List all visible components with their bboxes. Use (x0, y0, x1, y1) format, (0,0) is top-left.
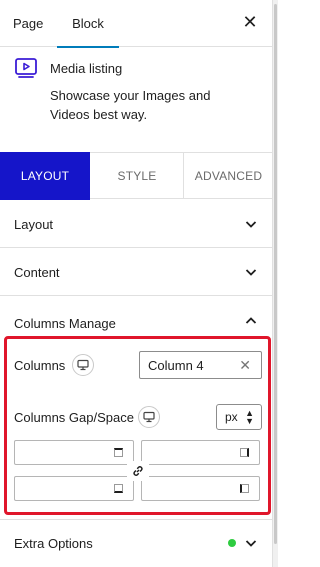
accordion-extra-options[interactable]: Extra Options (0, 520, 272, 567)
side-right-icon (240, 448, 249, 457)
clear-icon[interactable]: ✕ (239, 357, 251, 373)
gap-unit-select[interactable]: px ▲ ▼ (216, 404, 262, 430)
block-description: Showcase your Images and Videos best way… (50, 88, 211, 122)
accordion-label: Content (14, 265, 60, 280)
gap-bottom-left-input[interactable] (14, 476, 134, 501)
accordion-label: Extra Options (14, 536, 93, 551)
settings-segments: LAYOUT STYLE ADVANCED (0, 152, 272, 200)
sort-arrows-icon: ▲ ▼ (245, 408, 254, 426)
block-title: Media listing (50, 61, 123, 76)
block-settings-panel: Page Block ✕ Media listing Showcase your… (0, 0, 272, 567)
side-bottom-icon (114, 484, 123, 493)
gap-unit-value: px (225, 410, 238, 424)
chevron-down-icon (245, 221, 257, 228)
sidebar-tabs: Page Block ✕ (0, 0, 272, 48)
accordion-content[interactable]: Content (0, 248, 272, 296)
chevron-up-icon (245, 317, 257, 324)
segment-layout[interactable]: LAYOUT (0, 152, 90, 200)
video-play-icon (15, 58, 37, 78)
gap-left-input[interactable] (141, 476, 260, 501)
scrollbar-thumb[interactable] (274, 4, 277, 544)
side-left-icon (240, 484, 249, 493)
columns-select-value: Column 4 (148, 358, 204, 373)
scrollbar[interactable] (272, 0, 278, 567)
tab-block[interactable]: Block (57, 0, 119, 48)
link-icon[interactable] (127, 461, 149, 481)
block-card: Media listing Showcase your Images and V… (0, 48, 272, 151)
desktop-icon[interactable] (138, 406, 160, 428)
gap-right-input[interactable] (141, 440, 260, 465)
segment-style[interactable]: STYLE (91, 153, 184, 199)
desktop-icon[interactable] (72, 354, 94, 376)
accordion-label: Layout (14, 217, 54, 232)
accordion-layout[interactable]: Layout (0, 200, 272, 248)
status-dot (228, 539, 236, 547)
close-icon[interactable]: ✕ (240, 12, 260, 32)
columns-gap-label: Columns Gap/Space (14, 410, 134, 425)
tab-page[interactable]: Page (13, 0, 43, 47)
chevron-down-icon (245, 540, 257, 547)
side-top-icon (114, 448, 123, 457)
chevron-down-icon (245, 269, 257, 276)
accordion-label: Columns Manage (14, 316, 116, 331)
segment-advanced[interactable]: ADVANCED (185, 153, 272, 199)
columns-label: Columns (14, 358, 66, 373)
gap-top-input[interactable] (14, 440, 134, 465)
columns-select[interactable]: Column 4 ✕ (139, 351, 262, 379)
